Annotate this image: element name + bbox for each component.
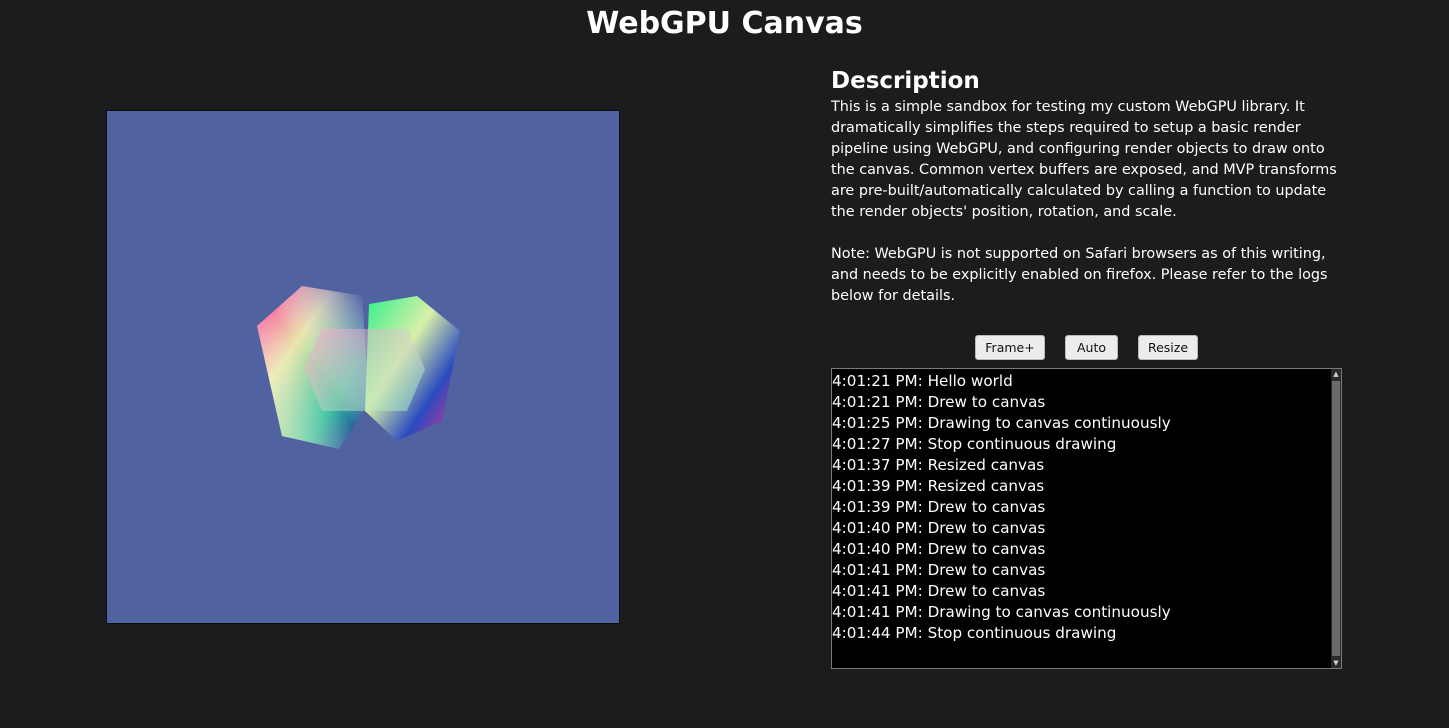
- log-list: 4:01:21 PM: Hello world 4:01:21 PM: Drew…: [832, 371, 1332, 644]
- log-line: 4:01:39 PM: Resized canvas: [832, 477, 1045, 495]
- frame-button[interactable]: Frame+: [975, 335, 1045, 360]
- log-line: 4:01:41 PM: Drew to canvas: [832, 561, 1046, 579]
- log-line: 4:01:25 PM: Drawing to canvas continuous…: [832, 414, 1171, 432]
- log-line: 4:01:41 PM: Drew to canvas: [832, 582, 1046, 600]
- scroll-up-arrow-icon[interactable]: ▲: [1331, 369, 1341, 379]
- log-line: 4:01:40 PM: Drew to canvas: [832, 540, 1046, 558]
- scroll-thumb[interactable]: [1332, 381, 1340, 656]
- scroll-down-arrow-icon[interactable]: ▼: [1331, 658, 1341, 668]
- log-line: 4:01:39 PM: Drew to canvas: [832, 498, 1046, 516]
- log-line: 4:01:27 PM: Stop continuous drawing: [832, 435, 1117, 453]
- page-title: WebGPU Canvas: [586, 6, 863, 41]
- log-line: 4:01:21 PM: Hello world: [832, 372, 1013, 390]
- log-output[interactable]: 4:01:21 PM: Hello world 4:01:21 PM: Drew…: [831, 368, 1342, 669]
- resize-button[interactable]: Resize: [1138, 335, 1198, 360]
- rendered-shapes: [257, 286, 460, 449]
- shape-inner: [304, 329, 425, 411]
- description-text: This is a simple sandbox for testing my …: [831, 99, 1337, 220]
- webgpu-canvas[interactable]: [106, 110, 620, 624]
- auto-button[interactable]: Auto: [1065, 335, 1118, 360]
- log-scrollbar[interactable]: ▲ ▼: [1331, 369, 1341, 668]
- description-heading: Description: [831, 68, 980, 94]
- log-line: 4:01:40 PM: Drew to canvas: [832, 519, 1046, 537]
- log-line: 4:01:41 PM: Drawing to canvas continuous…: [832, 603, 1171, 621]
- log-line: 4:01:21 PM: Drew to canvas: [832, 393, 1046, 411]
- log-line: 4:01:37 PM: Resized canvas: [832, 456, 1045, 474]
- log-line: 4:01:44 PM: Stop continuous drawing: [832, 624, 1117, 642]
- description-note: Note: WebGPU is not supported on Safari …: [831, 246, 1328, 304]
